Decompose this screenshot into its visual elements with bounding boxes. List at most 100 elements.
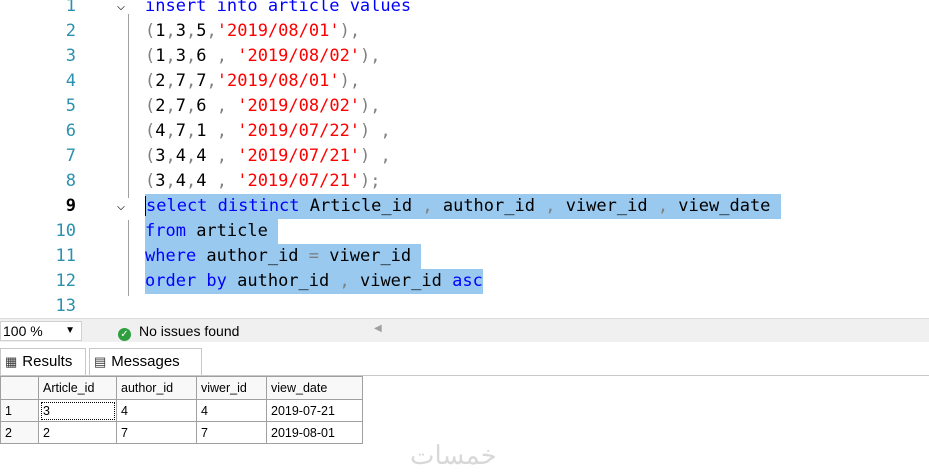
check-circle-icon: ✓ [118,328,131,341]
code-token: , [165,121,176,141]
code-token: 3 [175,21,186,41]
code-token: 6 [196,96,217,116]
collapse-chevron-icon[interactable]: ⌵ [113,194,129,219]
query-editor[interactable]: 1 ⌵ insert into article values 2 (1,3,5,'201… [0,0,929,318]
code-token: 7 [175,71,186,91]
code-token: , [165,46,176,66]
code-token: viwer_id [329,246,422,266]
column-header-viwer-id[interactable]: viwer_id [196,376,267,400]
code-token: , [422,196,443,216]
tab-messages-label: Messages [111,353,180,370]
table-cell[interactable]: 4 [196,399,267,422]
table-cell[interactable]: 7 [116,421,197,444]
code-token: , [165,21,176,41]
code-line[interactable]: 4 (2,7,7,'2019/08/01'), [0,69,929,94]
code-token: , [186,71,197,91]
code-token: 2 [155,96,166,116]
row-number[interactable]: 1 [0,399,39,422]
code-text: from article [145,219,279,244]
grid-corner[interactable] [0,376,39,400]
row-number[interactable]: 2 [0,421,39,444]
tab-results-label: Results [22,353,73,370]
code-line[interactable]: 6 (4,7,1 , '2019/07/22') , [0,119,929,144]
code-line[interactable]: 11 where author_id = viwer_id [0,244,929,269]
column-header-article-id[interactable]: Article_id [38,376,117,400]
column-header-author-id[interactable]: author_id [116,376,197,400]
tab-messages[interactable]: ▤ Messages [89,348,202,375]
code-line[interactable]: 5 (2,7,6 , '2019/08/02'), [0,94,929,119]
code-line[interactable]: 13 [0,294,929,318]
code-token: , [657,196,679,216]
code-token: 5 [196,21,207,41]
code-line[interactable]: 8 (3,4,4 , '2019/07/21'); [0,169,929,194]
code-token: ) , [360,121,391,141]
code-token: ), [339,21,361,41]
code-line[interactable]: 9 ⌵ select distinct Article_id , author_id… [0,194,929,219]
code-token: '2019/08/02' [237,96,361,116]
code-token: ) , [360,146,391,166]
code-token: ), [360,46,381,66]
code-line[interactable]: 10 from article [0,219,929,244]
code-token: article [196,221,279,241]
code-token: ), [339,71,361,91]
results-grid[interactable]: Article_id author_id viwer_id view_date … [0,376,363,444]
results-tabs-bar: ▦ Results ▤ Messages [0,342,929,376]
line-number: 3 [65,46,76,66]
table-row[interactable]: 1 3 4 4 2019-07-21 [0,399,363,422]
tab-results[interactable]: ▦ Results [0,348,86,375]
zoom-value: 100 % [3,323,43,339]
code-token: , [165,96,176,116]
issues-indicator[interactable]: ✓ No issues found [118,322,239,341]
code-token: ( [145,21,156,41]
code-text: (2,7,7,'2019/08/01'), [145,69,360,94]
line-number: 8 [65,171,76,191]
collapse-chevron-icon[interactable]: ⌵ [113,0,129,19]
table-cell[interactable]: 4 [116,399,197,422]
code-text: insert into article values [145,0,411,19]
code-token: viwer_id [565,196,658,216]
code-token: , [165,171,176,191]
code-token: , [216,121,238,141]
code-token: , [186,146,197,166]
code-line[interactable]: 1 ⌵ insert into article values [0,0,929,19]
code-text: (4,7,1 , '2019/07/22') , [145,119,391,144]
code-token: view_date [678,196,781,216]
code-token: author_id [237,271,340,291]
code-line[interactable]: 2 (1,3,5,'2019/08/01'), [0,19,929,44]
scroll-left-arrow-icon[interactable]: ◀ [374,323,382,334]
code-line[interactable]: 3 (1,3,6 , '2019/08/02'), [0,44,929,69]
table-cell[interactable]: 3 [38,399,117,422]
code-text: where author_id = viwer_id [145,244,422,269]
code-token: select distinct [146,196,310,216]
code-line[interactable]: 12 order by author_id , viwer_id asc [0,269,929,294]
code-token: 7 [175,96,186,116]
line-number: 9 [65,196,76,216]
watermark-logo: خمسات [410,440,497,470]
code-token: ( [145,171,156,191]
code-token: , [186,171,197,191]
code-token: author_id [206,246,309,266]
code-text: order by author_id , viwer_id asc [145,269,483,294]
table-cell[interactable]: 2 [38,421,117,444]
line-number: 4 [65,71,76,91]
code-text: (1,3,6 , '2019/08/02'), [145,44,381,69]
code-line[interactable]: 7 (3,4,4 , '2019/07/21') , [0,144,929,169]
code-token: '2019/08/01' [216,71,340,91]
code-text: (2,7,6 , '2019/08/02'), [145,94,381,119]
zoom-dropdown[interactable]: 100 % ▼ [0,321,82,341]
table-cell[interactable]: 2019-08-01 [266,421,363,444]
code-token: , [339,271,360,291]
code-token: '2019/07/22' [237,121,361,141]
code-token: , [216,171,238,191]
code-token: , [186,21,197,41]
table-row[interactable]: 2 2 7 7 2019-08-01 [0,421,363,444]
code-token: 7 [175,121,186,141]
code-token: 4 [196,171,217,191]
table-cell[interactable]: 7 [196,421,267,444]
column-header-view-date[interactable]: view_date [266,376,363,400]
code-token: '2019/08/01' [216,21,340,41]
code-token: 4 [175,146,186,166]
grid-icon: ▦ [5,354,18,369]
code-token: = [308,246,330,266]
table-cell[interactable]: 2019-07-21 [266,399,363,422]
